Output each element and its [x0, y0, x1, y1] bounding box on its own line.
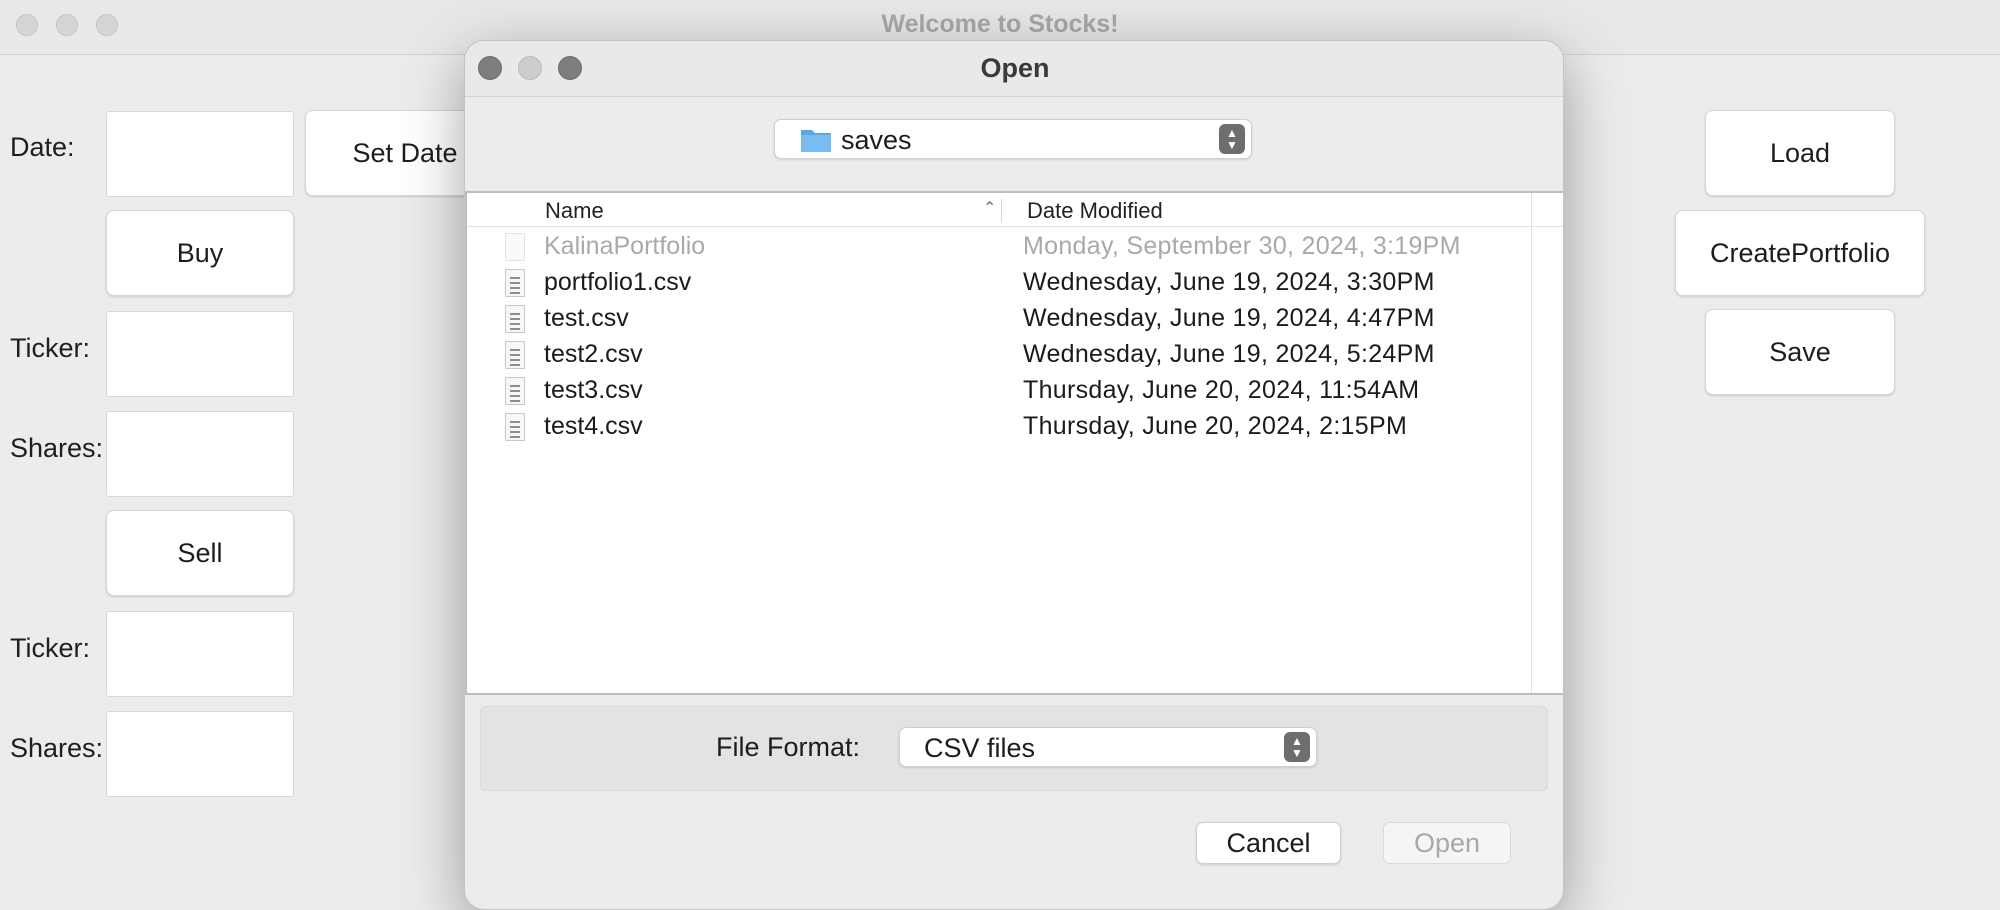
- sell-ticker-label: Ticker:: [10, 633, 90, 663]
- document-icon: [505, 413, 525, 441]
- file-name: test2.csv: [544, 340, 643, 368]
- file-name: test3.csv: [544, 376, 643, 404]
- file-row[interactable]: test4.csv Thursday, June 20, 2024, 2:15PM: [467, 409, 1531, 445]
- vertical-scrollbar[interactable]: [1533, 227, 1563, 693]
- folder-select[interactable]: saves ▲ ▼: [774, 119, 1252, 159]
- buy-ticker-input[interactable]: [106, 311, 294, 397]
- file-format-panel: File Format: CSV files ▲ ▼: [480, 706, 1548, 791]
- sort-ascending-icon: ⌃: [983, 200, 997, 217]
- document-icon-line: [510, 364, 520, 366]
- document-icon-line: [510, 436, 520, 438]
- load-button[interactable]: Load: [1705, 110, 1895, 196]
- document-icon-line: [510, 328, 520, 330]
- document-icon-line: [510, 421, 520, 423]
- document-icon-line: [510, 385, 520, 387]
- format-stepper-icon: ▲ ▼: [1284, 732, 1310, 762]
- file-row[interactable]: KalinaPortfolio Monday, September 30, 202…: [467, 229, 1531, 265]
- list-header: [467, 193, 1563, 227]
- file-format-label: File Format:: [716, 732, 861, 762]
- document-icon-line: [510, 400, 520, 402]
- sell-shares-label: Shares:: [10, 733, 104, 763]
- date-column-header[interactable]: Date Modified: [1027, 198, 1163, 224]
- document-icon-line: [510, 277, 520, 279]
- document-icon: [505, 269, 525, 297]
- create-portfolio-button[interactable]: CreatePortfolio: [1675, 210, 1925, 296]
- file-date: Wednesday, June 19, 2024, 4:47PM: [1023, 304, 1435, 332]
- date-label: Date:: [10, 132, 75, 162]
- sell-button[interactable]: Sell: [106, 510, 294, 596]
- document-icon: [505, 341, 525, 369]
- file-date: Wednesday, June 19, 2024, 3:30PM: [1023, 268, 1435, 296]
- file-name: test.csv: [544, 304, 629, 332]
- document-icon: [505, 305, 525, 333]
- document-icon-line: [510, 287, 520, 289]
- cancel-button[interactable]: Cancel: [1196, 822, 1341, 864]
- document-icon-line: [510, 431, 520, 433]
- folder-stepper-icon: ▲ ▼: [1219, 124, 1245, 154]
- folder-name: saves: [841, 125, 912, 155]
- folder-icon: [801, 130, 831, 152]
- file-list[interactable]: Name ⌃ Date Modified KalinaPortfolio Mond…: [465, 191, 1563, 695]
- file-row[interactable]: portfolio1.csv Wednesday, June 19, 2024, …: [467, 265, 1531, 301]
- file-name: KalinaPortfolio: [544, 232, 706, 260]
- file-date: Thursday, June 20, 2024, 2:15PM: [1023, 412, 1408, 440]
- buy-button[interactable]: Buy: [106, 210, 294, 296]
- buy-shares-label: Shares:: [10, 433, 104, 463]
- file-format-value: CSV files: [924, 733, 1036, 763]
- file-row[interactable]: test2.csv Wednesday, June 19, 2024, 5:24P…: [467, 337, 1531, 373]
- save-button[interactable]: Save: [1705, 309, 1895, 395]
- scrollbar-divider: [1531, 193, 1532, 693]
- document-icon-line: [510, 426, 520, 428]
- document-icon-line: [510, 349, 520, 351]
- file-name: portfolio1.csv: [544, 268, 692, 296]
- open-button[interactable]: Open: [1383, 822, 1511, 864]
- file-row[interactable]: test.csv Wednesday, June 19, 2024, 4:47PM: [467, 301, 1531, 337]
- document-icon-line: [510, 354, 520, 356]
- document-icon-line: [510, 390, 520, 392]
- document-icon-line: [510, 323, 520, 325]
- buy-ticker-label: Ticker:: [10, 333, 90, 363]
- document-icon-line: [510, 318, 520, 320]
- buy-shares-input[interactable]: [106, 411, 294, 497]
- document-icon-line: [510, 282, 520, 284]
- date-input[interactable]: [106, 111, 294, 197]
- file-row[interactable]: test3.csv Thursday, June 20, 2024, 11:54A…: [467, 373, 1531, 409]
- file-date: Thursday, June 20, 2024, 11:54AM: [1023, 376, 1420, 404]
- column-divider: [1001, 199, 1002, 223]
- name-column-header[interactable]: Name: [545, 198, 604, 224]
- main-window-title: Welcome to Stocks!: [881, 10, 1119, 38]
- dialog-title: Open: [980, 53, 1050, 83]
- document-icon: [505, 233, 525, 261]
- file-date: Wednesday, June 19, 2024, 5:24PM: [1023, 340, 1435, 368]
- open-dialog: Open saves ▲ ▼ Name ⌃ Date Modified Kalin…: [464, 40, 1564, 910]
- file-format-select[interactable]: CSV files ▲ ▼: [899, 727, 1317, 767]
- document-icon-line: [510, 292, 520, 294]
- document-icon: [505, 377, 525, 405]
- file-name: test4.csv: [544, 412, 643, 440]
- file-date: Monday, September 30, 2024, 3:19PM: [1023, 232, 1461, 260]
- sell-ticker-input[interactable]: [106, 611, 294, 697]
- sell-shares-input[interactable]: [106, 711, 294, 797]
- document-icon-line: [510, 359, 520, 361]
- document-icon-line: [510, 395, 520, 397]
- document-icon-line: [510, 313, 520, 315]
